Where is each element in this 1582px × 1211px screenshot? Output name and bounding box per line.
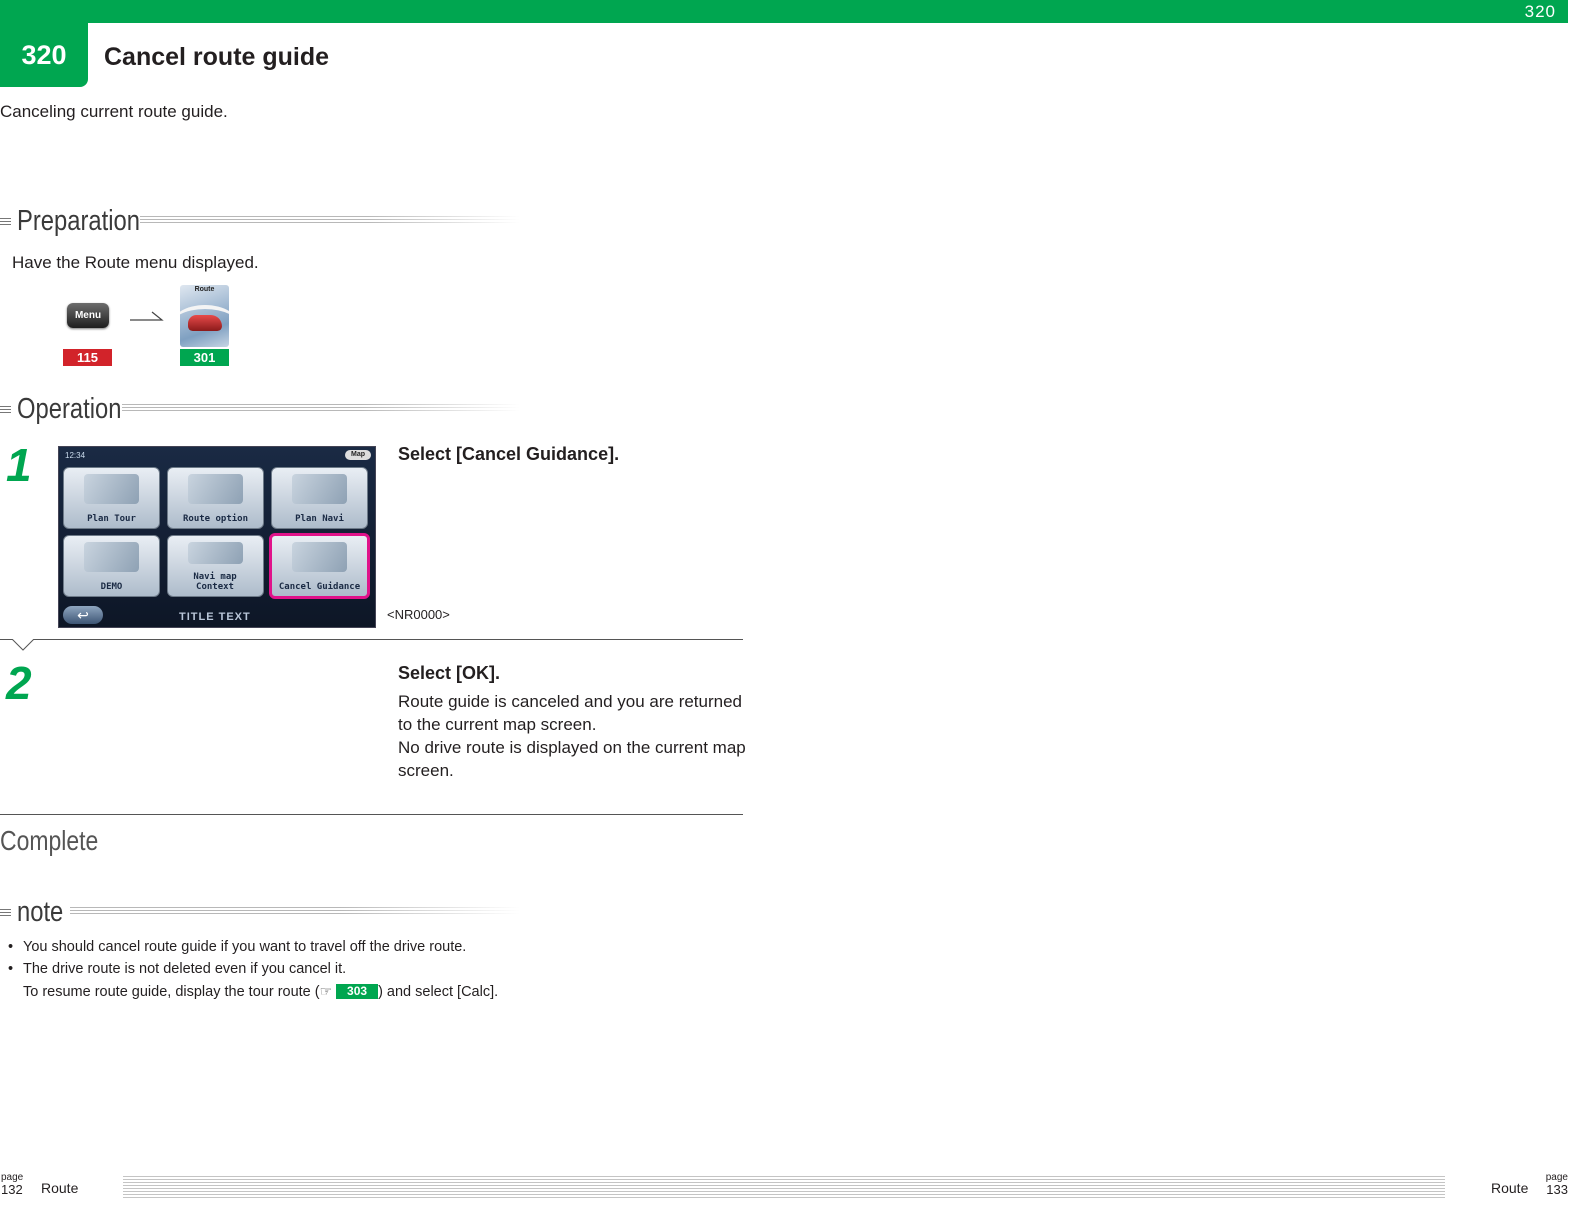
- pointing-hand-icon: ☞: [319, 983, 337, 999]
- corner-page-number: 320: [1524, 2, 1556, 21]
- tile-label: Plan Tour: [87, 514, 136, 524]
- note-item: • The drive route is not deleted even if …: [8, 961, 347, 977]
- footer-left-page: page 132: [1, 1172, 23, 1196]
- section-badge: 320: [0, 0, 88, 87]
- step-divider: [0, 639, 743, 640]
- map-button: Map: [345, 450, 371, 460]
- section-number: 320: [21, 40, 67, 70]
- note-text: You should cancel route guide if you wan…: [23, 939, 467, 955]
- tile-demo: DEMO: [63, 535, 160, 597]
- route-icon-label: Route: [194, 286, 215, 293]
- note-list: • You should cancel route guide if you wa…: [8, 936, 498, 1003]
- ref-badge-route[interactable]: 301: [180, 349, 229, 366]
- step-number-2: 2: [6, 657, 32, 709]
- cancel-x-icon: [292, 542, 347, 572]
- step-number-1: 1: [6, 439, 32, 491]
- route-icon: Route: [180, 285, 229, 347]
- arrow-icon: [130, 311, 164, 321]
- heading-marker: [0, 909, 11, 918]
- note-text: The drive route is not deleted even if y…: [23, 961, 347, 977]
- preparation-heading: Preparation: [0, 205, 520, 237]
- note-text: ) and select [Calc].: [378, 984, 499, 1000]
- footer-right-page: page 133: [1546, 1172, 1568, 1196]
- clock-readout: 12:34: [65, 451, 86, 460]
- preparation-text: Have the Route menu displayed.: [12, 253, 259, 272]
- step-divider-notch: [12, 639, 34, 651]
- step-2-body: Route guide is canceled and you are retu…: [398, 690, 748, 782]
- ref-badge-menu[interactable]: 115: [63, 349, 112, 366]
- plan-navi-icon: [292, 474, 347, 504]
- complete-label: Complete: [0, 825, 99, 856]
- route-menu-screenshot: 12:34 Map Plan Tour Route option Plan Na…: [58, 446, 376, 628]
- heading-marker: [0, 218, 11, 227]
- demo-icon: [84, 542, 139, 572]
- tile-cancel-guidance: Cancel Guidance: [269, 533, 370, 599]
- heading-rule: [140, 216, 520, 225]
- back-arrow-icon: ↩: [63, 606, 103, 624]
- ref-badge-tour-route[interactable]: 303: [336, 984, 379, 999]
- step-2-line: No drive route is displayed on the curre…: [398, 738, 746, 780]
- intro-text: Canceling current route guide.: [0, 102, 228, 121]
- step-1-title: Select [Cancel Guidance].: [398, 444, 620, 464]
- tile-plan-navi: Plan Navi: [271, 467, 368, 529]
- heading-rule: [122, 404, 520, 413]
- car-graphic: [188, 315, 222, 331]
- complete-divider: [0, 814, 743, 815]
- footer-bar: [123, 1176, 1445, 1198]
- note-heading: note: [0, 896, 520, 928]
- top-banner: [0, 0, 1568, 23]
- footer-right-section: Route: [1491, 1180, 1529, 1196]
- menu-button-image: Menu: [67, 303, 109, 328]
- navi-map-icon: [188, 542, 243, 564]
- tile-label: DEMO: [100, 582, 123, 592]
- footer-left-page-number: 132: [1, 1182, 23, 1197]
- footer-right-page-number: 133: [1546, 1182, 1568, 1197]
- tile-plan-tour: Plan Tour: [63, 467, 160, 529]
- tile-route-option: Route option: [167, 467, 264, 529]
- footer-left-section: Route: [41, 1180, 79, 1196]
- plan-tour-icon: [84, 474, 139, 504]
- heading-rule: [70, 907, 520, 916]
- operation-heading: Operation: [0, 393, 520, 425]
- note-resume-line: To resume route guide, display the tour …: [8, 980, 498, 1003]
- preparation-heading-label: Preparation: [17, 205, 140, 237]
- step-2-title: Select [OK].: [398, 663, 501, 683]
- tile-label: Plan Navi: [295, 514, 344, 524]
- heading-marker: [0, 406, 11, 415]
- tile-navi-map-context: Navi map Context: [167, 535, 264, 597]
- tile-label: Route option: [182, 514, 249, 524]
- note-item: • You should cancel route guide if you wa…: [8, 939, 467, 955]
- screen-title-text: TITLE TEXT: [179, 611, 251, 623]
- gear-icon: [188, 474, 243, 504]
- screen-id: <NR0000>: [387, 607, 450, 622]
- note-text: To resume route guide, display the tour …: [23, 984, 320, 1000]
- page-title: Cancel route guide: [104, 43, 330, 71]
- step-2-line: Route guide is canceled and you are retu…: [398, 692, 743, 734]
- note-heading-label: note: [17, 896, 64, 928]
- tile-label: Navi map Context: [193, 572, 237, 592]
- operation-heading-label: Operation: [17, 393, 122, 425]
- tile-label: Cancel Guidance: [278, 582, 361, 592]
